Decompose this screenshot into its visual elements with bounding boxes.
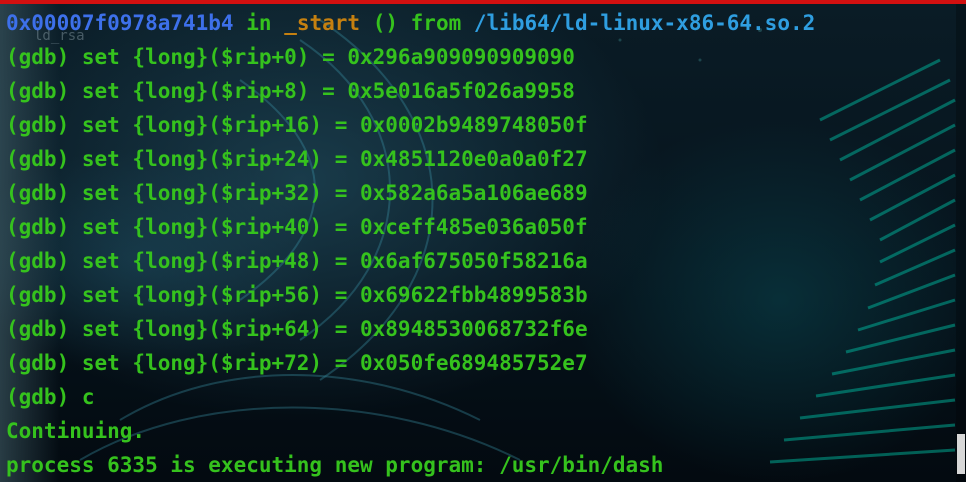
gdb-command-line: (gdb) set {long}($rip+24) = 0x4851120e0a… <box>6 147 588 171</box>
output-line: Continuing. <box>6 419 146 443</box>
breakpoint-location-line: 0x00007f0978a741b4 in _start () from /li… <box>6 11 816 35</box>
gdb-command-line: (gdb) set {long}($rip+0) = 0x296a9090909… <box>6 45 575 69</box>
gdb-command-line: (gdb) set {long}($rip+64) = 0x8948530068… <box>6 317 588 341</box>
gdb-command-line: (gdb) set {long}($rip+40) = 0xceff485e03… <box>6 215 588 239</box>
gdb-command-line: (gdb) set {long}($rip+72) = 0x050fe68948… <box>6 351 588 375</box>
gdb-command-line: (gdb) set {long}($rip+8) = 0x5e016a5f026… <box>6 79 575 103</box>
gdb-command-line: (gdb) set {long}($rip+16) = 0x0002b94897… <box>6 113 588 137</box>
instruction-address: 0x00007f0978a741b4 <box>6 11 234 35</box>
function-name: _start <box>284 11 361 35</box>
terminal-scrollbar[interactable] <box>956 4 966 482</box>
library-path: /lib64/ld-linux-x86-64.so.2 <box>473 11 816 35</box>
gdb-command-line: (gdb) set {long}($rip+32) = 0x582a6a5a10… <box>6 181 588 205</box>
scrollbar-thumb[interactable] <box>957 434 965 474</box>
gdb-command-line: (gdb) set {long}($rip+56) = 0x69622fbb48… <box>6 283 588 307</box>
output-line: process 6335 is executing new program: /… <box>6 453 664 477</box>
gdb-continue-command: (gdb) c <box>6 385 95 409</box>
gdb-command-line: (gdb) set {long}($rip+48) = 0x6af675050f… <box>6 249 588 273</box>
terminal-output[interactable]: 0x00007f0978a741b4 in _start () from /li… <box>0 4 956 482</box>
